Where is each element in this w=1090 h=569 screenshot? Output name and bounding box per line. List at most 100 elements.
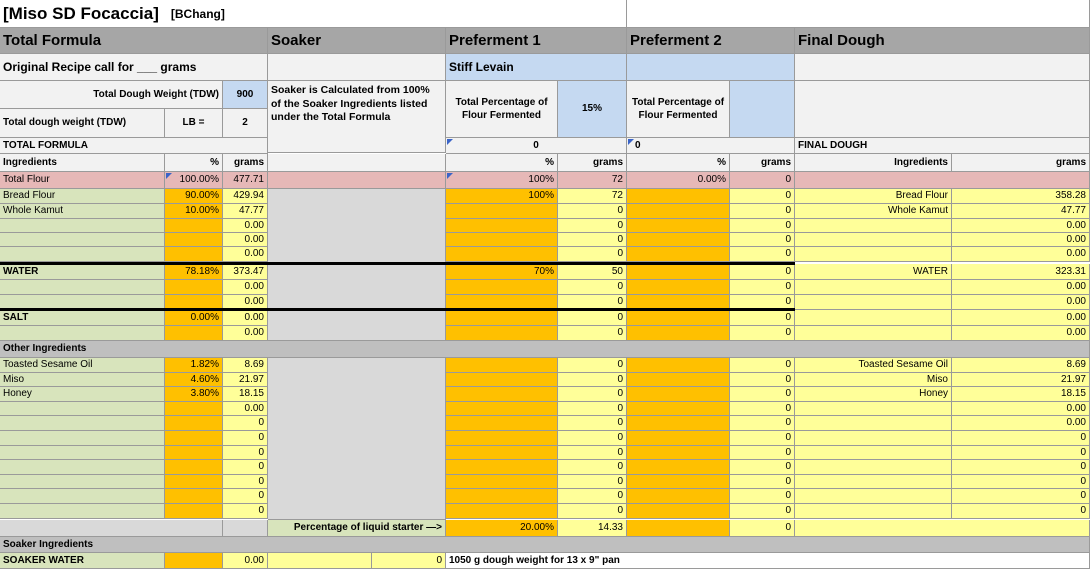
header-final-dough[interactable]: Final Dough <box>795 28 1090 54</box>
ingredient-pct[interactable]: 0.00% <box>165 310 223 326</box>
other-ingredient-name[interactable] <box>0 416 165 431</box>
sheet-title[interactable]: [Miso SD Focaccia] [BChang] <box>0 0 627 28</box>
pf2-type-cell[interactable] <box>627 54 795 81</box>
ingredient-name[interactable]: Whole Kamut <box>0 204 165 219</box>
other-ingredient-name[interactable] <box>0 431 165 446</box>
soaker-blank-1[interactable] <box>268 54 446 81</box>
lb-value[interactable]: 2 <box>223 109 268 138</box>
ingredient-grams[interactable]: 0.00 <box>223 326 268 341</box>
pf1-ingredient-grams[interactable]: 0 <box>558 247 627 262</box>
pf1-pct-label[interactable]: Total Percentage of Flour Fermented <box>446 81 558 138</box>
pf2-other-pct[interactable] <box>627 373 730 387</box>
pf1-other-grams[interactable]: 0 <box>558 358 627 373</box>
pf1-other-pct[interactable] <box>446 387 558 402</box>
pf1-other-grams[interactable]: 0 <box>558 475 627 489</box>
fd-liquid-blank[interactable] <box>795 520 1090 537</box>
fd-ingredient-name[interactable] <box>795 295 952 310</box>
fd-ingredient-name[interactable]: WATER <box>795 264 952 280</box>
fd-ingredient-name[interactable] <box>795 310 952 326</box>
ingredient-name[interactable]: WATER <box>0 264 165 280</box>
fd-other-name[interactable]: Miso <box>795 373 952 387</box>
fd-ingredient-name[interactable] <box>795 247 952 262</box>
other-ingredient-grams[interactable]: 18.15 <box>223 387 268 402</box>
other-ingredient-name[interactable]: Toasted Sesame Oil <box>0 358 165 373</box>
fd-ingredient-name[interactable] <box>795 280 952 295</box>
other-ingredient-name[interactable]: Honey <box>0 387 165 402</box>
pf1-other-grams[interactable]: 0 <box>558 504 627 519</box>
pf1-ingredient-pct[interactable] <box>446 219 558 233</box>
pf1-zero[interactable]: 0 <box>446 138 627 154</box>
pf1-other-grams[interactable]: 0 <box>558 402 627 416</box>
liquid-starter-pct[interactable]: 20.00% <box>446 520 558 537</box>
fd-other-grams[interactable]: 0 <box>952 504 1090 519</box>
pf1-ingredient-pct[interactable] <box>446 326 558 341</box>
pf1-ingredient-pct[interactable] <box>446 233 558 247</box>
other-ingredient-name[interactable] <box>0 489 165 504</box>
other-ingredient-grams[interactable]: 0.00 <box>223 402 268 416</box>
liquid-blank[interactable] <box>0 520 223 537</box>
fd-ingredient-name[interactable]: Whole Kamut <box>795 204 952 219</box>
total-flour-pct[interactable]: 100.00% <box>165 172 223 189</box>
pf1-ingredient-grams[interactable]: 0 <box>558 326 627 341</box>
other-ingredient-grams[interactable]: 0 <box>223 504 268 519</box>
other-ingredient-grams[interactable]: 0 <box>223 431 268 446</box>
pf2-ingredient-grams[interactable]: 0 <box>730 189 795 204</box>
pf2-zero[interactable]: 0 <box>627 138 795 154</box>
fd-other-grams[interactable]: 0 <box>952 489 1090 504</box>
pf1-col-grams[interactable]: grams <box>558 154 627 172</box>
pf1-other-pct[interactable] <box>446 358 558 373</box>
soaker-water-pct[interactable] <box>165 553 223 569</box>
ingredient-name[interactable] <box>0 247 165 262</box>
other-ingredient-grams[interactable]: 0 <box>223 446 268 460</box>
fd-col-ingredients[interactable]: Ingredients <box>795 154 952 172</box>
header-total-formula[interactable]: Total Formula <box>0 28 268 54</box>
fd-other-name[interactable] <box>795 489 952 504</box>
pf1-other-pct[interactable] <box>446 431 558 446</box>
original-recipe-label[interactable]: Original Recipe call for ___ grams <box>0 54 268 81</box>
fd-other-name[interactable] <box>795 416 952 431</box>
soaker-water-soaker-pct[interactable] <box>268 553 372 569</box>
pf1-ingredient-grams[interactable]: 0 <box>558 219 627 233</box>
fd-ingredient-grams[interactable]: 0.00 <box>952 326 1090 341</box>
pf2-other-grams[interactable]: 0 <box>730 460 795 475</box>
fd-other-grams[interactable]: 0 <box>952 460 1090 475</box>
ingredient-grams[interactable]: 0.00 <box>223 233 268 247</box>
ingredient-name[interactable] <box>0 280 165 295</box>
pf2-flour-pct[interactable]: 0.00% <box>627 172 730 189</box>
pf2-ingredient-pct[interactable] <box>627 189 730 204</box>
pf1-other-pct[interactable] <box>446 402 558 416</box>
other-ingredient-name[interactable] <box>0 504 165 519</box>
pf2-other-grams[interactable]: 0 <box>730 416 795 431</box>
pf1-other-pct[interactable] <box>446 460 558 475</box>
pf1-ingredient-pct[interactable] <box>446 204 558 219</box>
pf2-ingredient-pct[interactable] <box>627 280 730 295</box>
pf2-other-grams[interactable]: 0 <box>730 446 795 460</box>
pf1-ingredient-grams[interactable]: 0 <box>558 233 627 247</box>
pf2-ingredient-grams[interactable]: 0 <box>730 264 795 280</box>
ingredient-name[interactable]: SALT <box>0 310 165 326</box>
pf2-other-pct[interactable] <box>627 387 730 402</box>
fd-other-name[interactable] <box>795 504 952 519</box>
fd-other-grams[interactable]: 8.69 <box>952 358 1090 373</box>
other-ingredient-name[interactable] <box>0 475 165 489</box>
fd-col-grams[interactable]: grams <box>952 154 1090 172</box>
ingredient-grams[interactable]: 0.00 <box>223 219 268 233</box>
fd-ingredient-grams[interactable]: 323.31 <box>952 264 1090 280</box>
ingredient-pct[interactable] <box>165 280 223 295</box>
soaker-flour[interactable] <box>268 172 446 189</box>
pf1-flour-grams[interactable]: 72 <box>558 172 627 189</box>
pf2-other-grams[interactable]: 0 <box>730 358 795 373</box>
soaker-water-label[interactable]: SOAKER WATER <box>0 553 165 569</box>
pf2-ingredient-grams[interactable]: 0 <box>730 233 795 247</box>
col-ingredients[interactable]: Ingredients <box>0 154 165 172</box>
pf2-ingredient-pct[interactable] <box>627 264 730 280</box>
pf2-other-pct[interactable] <box>627 475 730 489</box>
fd-other-grams[interactable]: 18.15 <box>952 387 1090 402</box>
fd-ingredient-name[interactable] <box>795 326 952 341</box>
soaker-note[interactable]: Soaker is Calculated from 100% of the So… <box>268 81 446 153</box>
pf1-other-pct[interactable] <box>446 489 558 504</box>
other-ingredient-pct[interactable] <box>165 489 223 504</box>
pf2-ingredient-grams[interactable]: 0 <box>730 247 795 262</box>
pf1-pct-input[interactable]: 15% <box>558 81 627 138</box>
lb-label[interactable]: LB = <box>165 109 223 138</box>
